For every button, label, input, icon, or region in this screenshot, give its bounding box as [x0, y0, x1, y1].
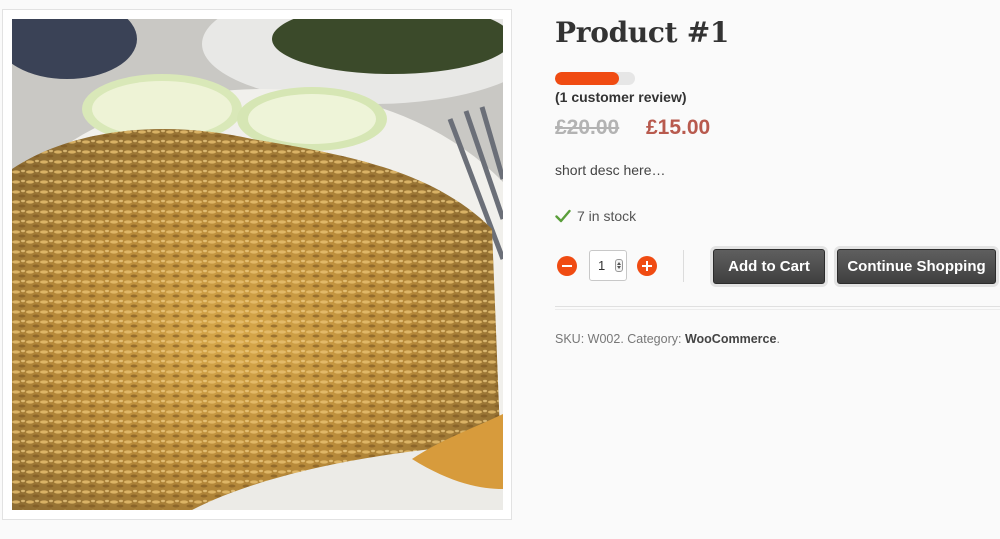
summary-divider: [555, 306, 1000, 307]
fried-rice-image: [12, 19, 503, 510]
original-price: £20.00: [555, 116, 620, 139]
product-image-frame: [2, 9, 512, 520]
rating-fill: [555, 72, 619, 85]
category-label: Category:: [627, 332, 682, 346]
summary-divider-shadow: [555, 309, 1000, 310]
continue-shopping-button[interactable]: Continue Shopping: [837, 249, 996, 284]
product-meta: SKU: W002. Category: WooCommerce.: [555, 332, 780, 346]
sale-price: £15.00: [646, 116, 711, 139]
quantity-increase-button[interactable]: [637, 256, 657, 276]
add-to-cart-button[interactable]: Add to Cart: [713, 249, 825, 284]
star-rating: [555, 72, 635, 85]
quantity-decrease-button[interactable]: [557, 256, 577, 276]
category-link[interactable]: WooCommerce: [685, 332, 776, 346]
product-photo[interactable]: [12, 19, 503, 510]
sku-label: SKU:: [555, 332, 585, 346]
stock-status: 7 in stock: [555, 208, 636, 224]
quantity-spinner-icon[interactable]: [615, 259, 623, 272]
sku-value: W002: [587, 332, 621, 346]
customer-review-link[interactable]: (1 customer review): [555, 89, 687, 105]
action-divider: [683, 250, 684, 282]
product-title: Product #1: [555, 16, 730, 49]
stock-text: 7 in stock: [577, 208, 637, 224]
short-description: short desc here…: [555, 162, 666, 178]
check-icon: [555, 209, 571, 223]
